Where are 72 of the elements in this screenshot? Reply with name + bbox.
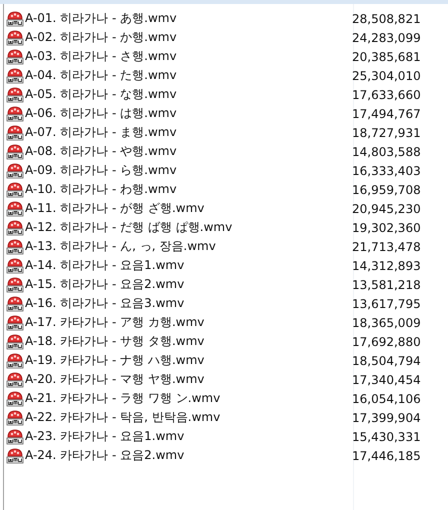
file-size: 21,713,478 [352,240,420,254]
file-name: A-11. 히라가나 - が행 ざ행.wmv [25,200,206,217]
file-size: 16,333,403 [352,164,420,178]
file-size: 17,692,880 [352,334,420,348]
file-name: A-16. 히라가나 - 요음3.wmv [25,295,186,312]
video-file-icon [6,182,24,198]
file-size: 16,054,106 [352,392,420,406]
file-size: 18,365,009 [352,316,420,330]
file-name: A-04. 히라가나 - た행.wmv [25,67,178,84]
file-size: 14,312,893 [352,258,420,272]
file-name: A-09. 히라가나 - ら행.wmv [25,162,178,179]
video-file-icon [6,428,24,444]
video-file-icon [6,162,24,178]
file-size: 20,385,681 [352,50,420,64]
file-name: A-14. 히라가나 - 요음1.wmv [25,257,186,274]
file-name: A-03. 히라가나 - さ행.wmv [25,48,178,65]
video-file-icon [6,86,24,102]
file-size: 18,504,794 [352,354,420,368]
video-file-icon [6,30,24,46]
file-name: A-08. 히라가나 - や행.wmv [25,143,178,160]
file-size: 13,581,218 [352,278,420,292]
file-name: A-13. 히라가나 - ん, っ, 장음.wmv [25,238,217,255]
video-file-icon [6,68,24,84]
file-name: A-17. 카타가나 - ア행 カ행.wmv [25,314,206,331]
video-file-icon [6,334,24,350]
video-file-icon [6,372,24,388]
file-size: 17,633,660 [352,88,420,102]
file-name: A-02. 히라가나 - か행.wmv [25,29,178,46]
file-size: 24,283,099 [352,30,420,44]
file-name: A-21. 카타가나 - ラ행 ワ행 ン.wmv [25,390,222,407]
video-file-icon [6,220,24,236]
file-size: 20,945,230 [352,202,420,216]
video-file-icon [6,410,24,426]
file-name: A-10. 히라가나 - わ행.wmv [25,181,178,198]
file-size: 17,340,454 [352,372,420,386]
video-file-icon [6,238,24,254]
file-name: A-06. 히라가나 - は행.wmv [25,105,178,122]
file-name: A-18. 카타가나 - サ행 タ행.wmv [25,333,206,350]
video-file-icon [6,10,24,26]
video-file-icon [6,200,24,216]
file-size: 17,399,904 [352,410,420,424]
video-file-icon [6,448,24,464]
file-size: 17,494,767 [352,106,420,120]
file-name: A-01. 히라가나 - あ행.wmv [25,10,178,27]
video-file-icon [6,124,24,140]
file-size: 13,617,795 [352,296,420,310]
file-size: 14,803,588 [352,144,420,158]
video-file-icon [6,390,24,406]
file-size: 19,302,360 [352,220,420,234]
file-size: 28,508,821 [352,12,420,26]
file-name: A-20. 카타가나 - マ행 ヤ행.wmv [25,371,206,388]
file-size: 18,727,931 [352,126,420,140]
video-file-icon [6,258,24,274]
file-size: 25,304,010 [352,68,420,82]
file-size: 15,430,331 [352,430,420,444]
file-name: A-07. 히라가나 - ま행.wmv [25,124,178,141]
file-name: A-24. 카타가나 - 요음2.wmv [25,447,186,464]
file-size: 16,959,708 [352,182,420,196]
file-name: A-15. 히라가나 - 요음2.wmv [25,276,186,293]
video-file-icon [6,144,24,160]
video-file-icon [6,296,24,312]
file-name: A-23. 카타가나 - 요음1.wmv [25,428,186,445]
file-name: A-22. 카타가나 - 탁음, 반탁음.wmv [25,409,222,426]
file-name: A-05. 히라가나 - な행.wmv [25,86,178,103]
video-file-icon [6,276,24,292]
video-file-icon [6,106,24,122]
file-name: A-19. 카타가나 - ナ행 ハ행.wmv [25,352,206,369]
file-name: A-12. 히라가나 - だ행 ば행 ぱ행.wmv [25,219,234,236]
file-size: 17,446,185 [352,448,420,462]
video-file-icon [6,314,24,330]
video-file-icon [6,352,24,368]
video-file-icon [6,48,24,64]
